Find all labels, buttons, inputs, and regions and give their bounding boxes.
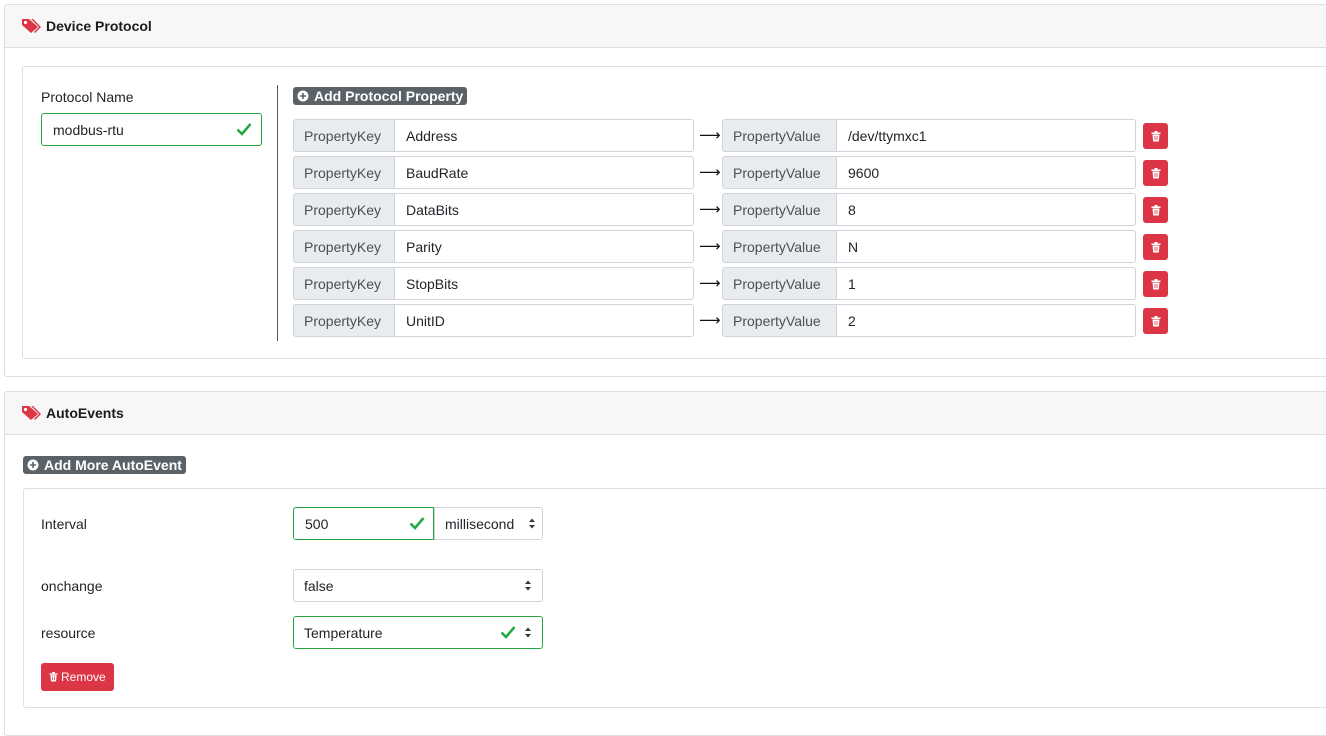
property-key-addon: PropertyKey	[293, 119, 395, 152]
protocol-name-value: modbus-rtu	[53, 121, 124, 138]
delete-property-button[interactable]	[1143, 271, 1168, 297]
updown-caret-icon	[525, 627, 531, 638]
updown-caret-icon	[525, 580, 531, 591]
delete-property-button[interactable]	[1143, 160, 1168, 186]
trash-icon	[49, 672, 58, 682]
property-value-input[interactable]: N	[837, 230, 1136, 263]
add-protocol-property-label: Add Protocol Property	[314, 88, 464, 104]
device-protocol-card: Device Protocol Protocol Name modbus-rtu…	[4, 4, 1326, 377]
property-key-addon: PropertyKey	[293, 230, 395, 263]
add-protocol-property-button[interactable]: Add Protocol Property	[293, 87, 468, 105]
resource-select[interactable]: Temperature	[293, 616, 543, 649]
onchange-label: onchange	[41, 578, 103, 594]
property-value-addon: PropertyValue	[722, 119, 837, 152]
property-key-addon: PropertyKey	[293, 193, 395, 226]
protocol-name-label: Protocol Name	[41, 89, 134, 105]
onchange-select[interactable]: false	[293, 569, 543, 602]
property-value-addon: PropertyValue	[722, 156, 837, 189]
arrow: ⟶	[699, 164, 721, 181]
resource-value: Temperature	[304, 624, 383, 641]
add-more-autoevent-label: Add More AutoEvent	[44, 457, 182, 473]
property-key-input[interactable]: Parity	[395, 230, 694, 263]
delete-property-button[interactable]	[1143, 123, 1168, 149]
onchange-value: false	[304, 577, 334, 594]
interval-unit-select[interactable]: millisecond	[434, 507, 543, 540]
property-key-input[interactable]: UnitID	[395, 304, 694, 337]
updown-caret-icon	[529, 518, 535, 529]
remove-label: Remove	[61, 670, 106, 684]
property-key-input[interactable]: StopBits	[395, 267, 694, 300]
trash-icon	[1151, 278, 1160, 289]
property-key-input[interactable]: Address	[395, 119, 694, 152]
protocol-name-input[interactable]: modbus-rtu	[41, 113, 262, 146]
interval-unit-value: millisecond	[445, 515, 515, 532]
protocol-box: Protocol Name modbus-rtu Add Protocol Pr…	[22, 66, 1326, 359]
autoevent-box: Interval 500 millisecond onchange false …	[23, 488, 1326, 708]
property-value-input[interactable]: 2	[837, 304, 1136, 337]
property-key-addon: PropertyKey	[293, 304, 395, 337]
property-key-addon: PropertyKey	[293, 267, 395, 300]
property-value-addon: PropertyValue	[722, 193, 837, 226]
auto-events-header: AutoEvents	[5, 392, 1326, 435]
trash-icon	[1151, 167, 1160, 178]
delete-property-button[interactable]	[1143, 197, 1168, 223]
arrow: ⟶	[699, 275, 721, 292]
interval-label: Interval	[41, 516, 87, 532]
property-key-addon: PropertyKey	[293, 156, 395, 189]
arrow: ⟶	[699, 312, 721, 329]
check-icon	[500, 626, 516, 639]
check-icon	[409, 517, 425, 530]
trash-icon	[1151, 130, 1160, 141]
property-value-input[interactable]: 8	[837, 193, 1136, 226]
resource-label: resource	[41, 625, 96, 641]
tags-icon	[22, 406, 41, 420]
property-value-addon: PropertyValue	[722, 230, 837, 263]
property-value-addon: PropertyValue	[722, 304, 837, 337]
delete-property-button[interactable]	[1143, 234, 1168, 260]
property-value-input[interactable]: /dev/ttymxc1	[837, 119, 1136, 152]
interval-input[interactable]: 500	[293, 507, 434, 540]
arrow: ⟶	[699, 238, 721, 255]
property-value-addon: PropertyValue	[722, 267, 837, 300]
check-icon	[236, 123, 252, 136]
property-value-input[interactable]: 1	[837, 267, 1136, 300]
property-key-input[interactable]: DataBits	[395, 193, 694, 226]
add-more-autoevent-button[interactable]: Add More AutoEvent	[23, 456, 186, 474]
arrow: ⟶	[699, 201, 721, 218]
plus-circle-icon	[27, 459, 39, 471]
auto-events-card: AutoEvents Add More AutoEvent Interval 5…	[4, 391, 1326, 736]
property-key-input[interactable]: BaudRate	[395, 156, 694, 189]
divider	[277, 85, 278, 341]
delete-property-button[interactable]	[1143, 308, 1168, 334]
interval-value: 500	[305, 515, 329, 532]
arrow: ⟶	[699, 127, 721, 144]
device-protocol-header: Device Protocol	[5, 5, 1326, 48]
trash-icon	[1151, 241, 1160, 252]
plus-circle-icon	[297, 90, 309, 102]
device-protocol-title: Device Protocol	[46, 18, 152, 34]
tags-icon	[22, 19, 41, 33]
remove-autoevent-button[interactable]: Remove	[41, 663, 114, 691]
trash-icon	[1151, 315, 1160, 326]
auto-events-title: AutoEvents	[46, 405, 124, 421]
property-value-input[interactable]: 9600	[837, 156, 1136, 189]
trash-icon	[1151, 204, 1160, 215]
